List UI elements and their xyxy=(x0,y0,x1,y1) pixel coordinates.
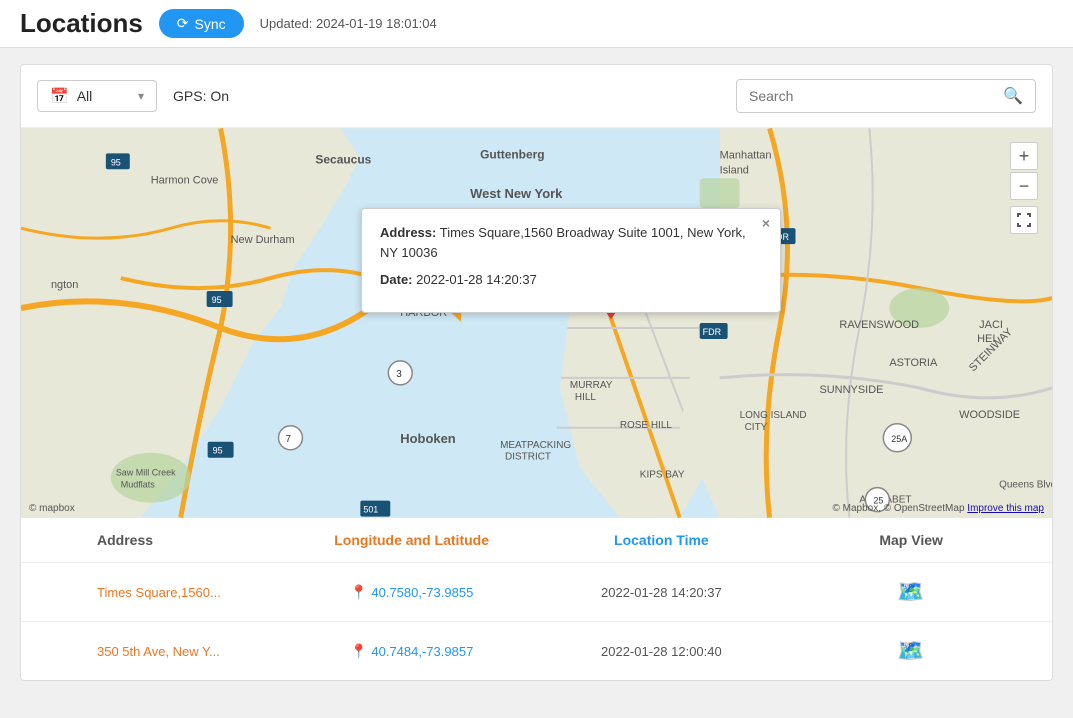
popup-address-label: Address: xyxy=(380,225,436,240)
attribution-text: © Mapbox, © OpenStreetMap xyxy=(832,503,964,514)
table-row: 350 5th Ave, New Y... 📍 40.7484,-73.9857… xyxy=(21,622,1052,680)
search-input[interactable] xyxy=(749,88,1003,104)
improve-map-link[interactable]: Improve this map xyxy=(967,503,1044,514)
svg-text:MEATPACKING: MEATPACKING xyxy=(500,440,571,451)
svg-text:Saw Mill Creek: Saw Mill Creek xyxy=(116,468,176,478)
svg-text:95: 95 xyxy=(212,295,222,305)
search-wrapper: 🔍 xyxy=(736,79,1036,113)
popup-date-line: Date: 2022-01-28 14:20:37 xyxy=(380,270,762,290)
svg-text:Mudflats: Mudflats xyxy=(121,480,155,490)
map-popup: × Address: Times Square,1560 Broadway Su… xyxy=(361,208,781,313)
svg-text:HILL: HILL xyxy=(575,392,597,403)
svg-text:RAVENSWOOD: RAVENSWOOD xyxy=(839,319,919,331)
updated-text: Updated: 2024-01-19 18:01:04 xyxy=(260,16,437,31)
svg-text:ngton: ngton xyxy=(51,279,78,291)
col-header-address: Address xyxy=(37,532,287,548)
location-pin-icon: 📍 xyxy=(350,643,367,660)
map-view-icon: 🗺️ xyxy=(897,579,924,604)
svg-text:JACI: JACI xyxy=(979,319,1003,331)
sync-icon: ⟳ xyxy=(177,15,189,32)
row2-address[interactable]: 350 5th Ave, New Y... xyxy=(37,644,287,659)
svg-text:Guttenberg: Guttenberg xyxy=(480,147,545,161)
row2-coords-value: 40.7484,-73.9857 xyxy=(371,644,473,659)
row1-coords-value: 40.7580,-73.9855 xyxy=(371,585,473,600)
map-view-icon: 🗺️ xyxy=(897,638,924,663)
svg-text:ASTORIA: ASTORIA xyxy=(889,357,938,369)
popup-date-value: 2022-01-28 14:20:37 xyxy=(416,272,537,287)
svg-text:Harmon Cove: Harmon Cove xyxy=(151,174,219,186)
map-controls: + − xyxy=(1010,142,1038,234)
svg-text:7: 7 xyxy=(285,434,291,445)
svg-text:501: 501 xyxy=(363,505,378,515)
map-background: ngton Harmon Cove Secaucus Guttenberg We… xyxy=(21,128,1052,518)
row1-mapview[interactable]: 🗺️ xyxy=(786,579,1036,605)
svg-text:LONG ISLAND: LONG ISLAND xyxy=(740,410,807,421)
zoom-out-button[interactable]: − xyxy=(1010,172,1038,200)
svg-text:DISTRICT: DISTRICT xyxy=(505,452,551,463)
sync-button[interactable]: ⟳ Sync xyxy=(159,9,244,38)
logo-text: © mapbox xyxy=(29,503,75,514)
col-header-coords: Longitude and Latitude xyxy=(287,532,537,548)
row2-coords[interactable]: 📍 40.7484,-73.9857 xyxy=(287,643,537,660)
zoom-in-button[interactable]: + xyxy=(1010,142,1038,170)
map-logo: © mapbox xyxy=(29,503,75,514)
svg-text:SUNNYSIDE: SUNNYSIDE xyxy=(819,384,883,396)
gps-status: GPS: On xyxy=(173,88,229,104)
svg-text:New Durham: New Durham xyxy=(231,234,295,246)
search-icon: 🔍 xyxy=(1003,86,1023,106)
calendar-icon: 📅 xyxy=(50,87,69,105)
svg-text:KIPS BAY: KIPS BAY xyxy=(640,470,685,481)
row1-coords[interactable]: 📍 40.7580,-73.9855 xyxy=(287,584,537,601)
col-header-time: Location Time xyxy=(537,532,787,548)
row2-time: 2022-01-28 12:00:40 xyxy=(537,644,787,659)
chevron-down-icon: ▾ xyxy=(138,89,144,103)
main-content: 📅 All ▾ GPS: On 🔍 xyxy=(20,64,1053,681)
svg-text:Queens Blvd: Queens Blvd xyxy=(999,480,1052,491)
svg-text:ROSE HILL: ROSE HILL xyxy=(620,420,673,431)
row2-mapview[interactable]: 🗺️ xyxy=(786,638,1036,664)
map-container: ngton Harmon Cove Secaucus Guttenberg We… xyxy=(21,128,1052,518)
svg-text:CITY: CITY xyxy=(745,422,768,433)
svg-text:West New York: West New York xyxy=(470,186,563,201)
svg-text:Secaucus: Secaucus xyxy=(315,152,371,166)
svg-text:25A: 25A xyxy=(891,434,907,444)
svg-text:Hoboken: Hoboken xyxy=(400,431,456,446)
table-row: Times Square,1560... 📍 40.7580,-73.9855 … xyxy=(21,563,1052,622)
row1-address[interactable]: Times Square,1560... xyxy=(37,585,287,600)
toolbar: 📅 All ▾ GPS: On 🔍 xyxy=(21,65,1052,128)
location-pin-icon: 📍 xyxy=(350,584,367,601)
filter-label: All xyxy=(77,88,93,104)
svg-text:MURRAY: MURRAY xyxy=(570,380,613,391)
sync-label: Sync xyxy=(195,16,226,32)
svg-text:Island: Island xyxy=(720,164,749,176)
popup-close-button[interactable]: × xyxy=(762,215,770,231)
row1-time: 2022-01-28 14:20:37 xyxy=(537,585,787,600)
filter-select[interactable]: 📅 All ▾ xyxy=(37,80,157,112)
svg-text:FDR: FDR xyxy=(703,327,722,337)
svg-text:WOODSIDE: WOODSIDE xyxy=(959,409,1020,421)
svg-text:Manhattan: Manhattan xyxy=(720,149,772,161)
table-header: Address Longitude and Latitude Location … xyxy=(21,518,1052,563)
col-header-mapview: Map View xyxy=(786,532,1036,548)
page-header: Locations ⟳ Sync Updated: 2024-01-19 18:… xyxy=(0,0,1073,48)
page-title: Locations xyxy=(20,8,143,39)
popup-date-label: Date: xyxy=(380,272,413,287)
svg-text:95: 95 xyxy=(111,157,121,167)
svg-text:3: 3 xyxy=(396,369,402,380)
svg-text:95: 95 xyxy=(213,446,223,456)
map-attribution: © Mapbox, © OpenStreetMap Improve this m… xyxy=(832,503,1044,514)
fullscreen-button[interactable] xyxy=(1010,206,1038,234)
popup-address-line: Address: Times Square,1560 Broadway Suit… xyxy=(380,223,762,262)
